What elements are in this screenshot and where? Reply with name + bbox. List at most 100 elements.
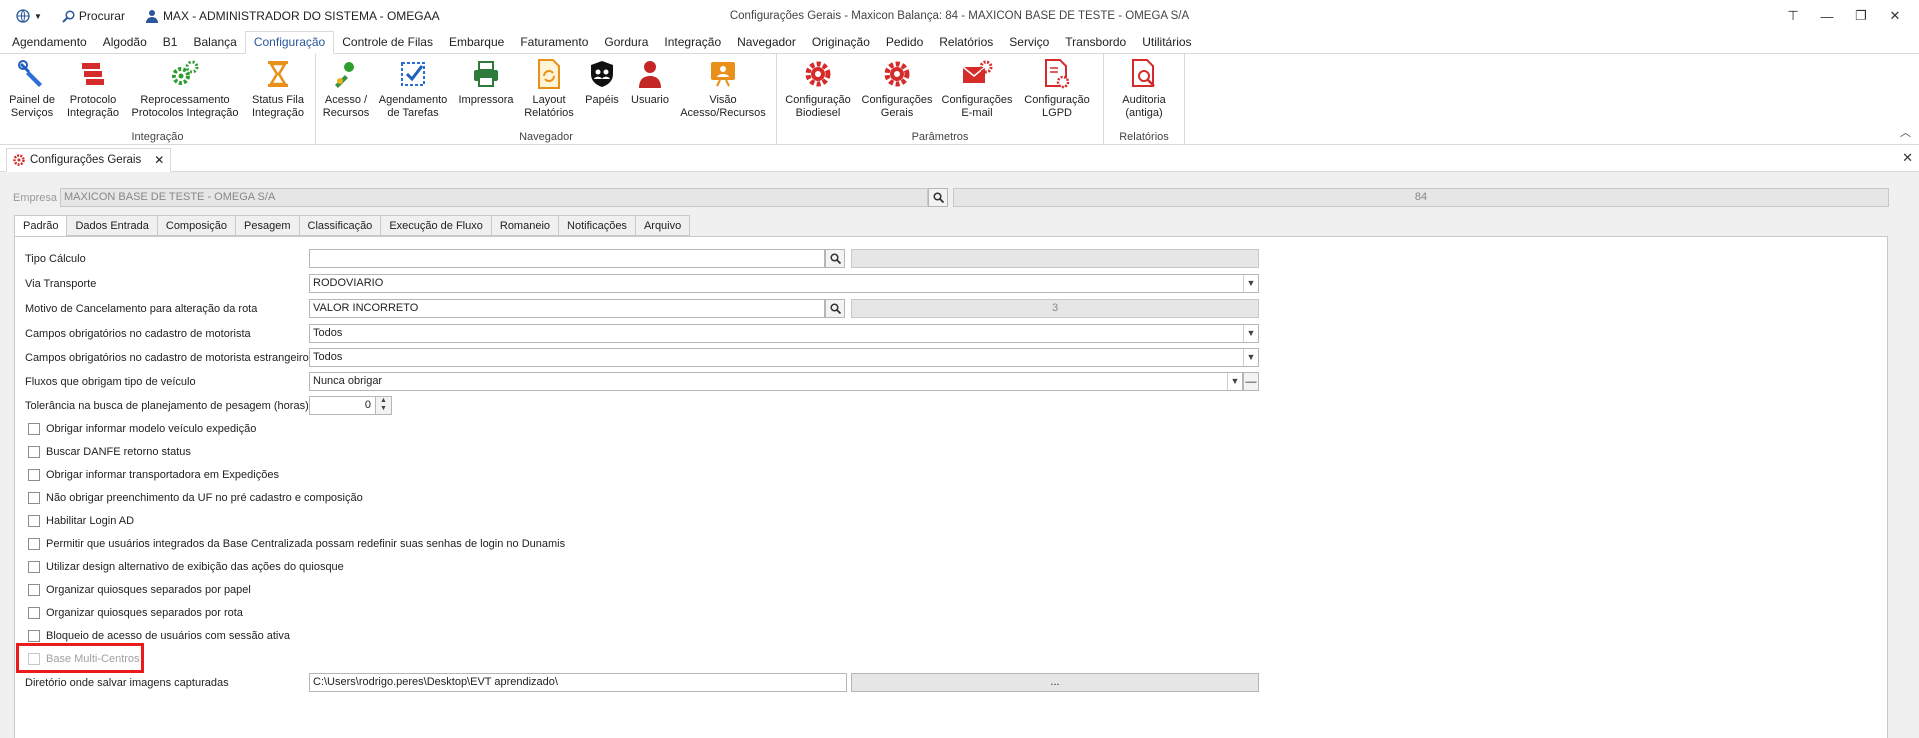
gear-icon: [805, 61, 831, 87]
checkbox-box[interactable]: [28, 630, 40, 642]
tab-pesagem[interactable]: Pesagem: [235, 215, 300, 236]
configuracoes-email-button[interactable]: Configurações E-mail: [941, 58, 1013, 119]
tab-dados-entrada[interactable]: Dados Entrada: [66, 215, 158, 236]
diretorio-input[interactable]: C:\Users\rodrigo.peres\Desktop\EVT apren…: [309, 673, 847, 692]
tab-utilitarios[interactable]: Utilitários: [1134, 32, 1199, 53]
vertical-scrollbar[interactable]: [1899, 244, 1913, 734]
chevron-down-icon[interactable]: ▼: [1243, 325, 1258, 342]
doc-tab-close-button[interactable]: ✕: [154, 153, 164, 167]
fluxos-veiculo-select[interactable]: Nunca obrigar ▼: [309, 372, 1243, 391]
visao-acesso-recursos-button[interactable]: Visão Acesso/Recursos: [678, 58, 768, 119]
usuario-button[interactable]: Usuario: [628, 58, 672, 107]
doc-tab-configuracoes-gerais[interactable]: Configurações Gerais ✕: [6, 148, 172, 172]
pin-button[interactable]: ⊤: [1779, 4, 1807, 28]
tab-composicao[interactable]: Composição: [156, 215, 237, 236]
app-menu-button[interactable]: ▼: [16, 9, 42, 23]
chevron-down-icon[interactable]: ▼: [1227, 373, 1242, 390]
close-window-button[interactable]: ✕: [1881, 4, 1909, 28]
user-button[interactable]: MAX - ADMINISTRADOR DO SISTEMA - OMEGAA: [145, 9, 440, 23]
collapse-ribbon-button[interactable]: ︿: [1900, 124, 1911, 140]
motivo-cancelamento-search-button[interactable]: [825, 299, 845, 318]
chevron-down-icon[interactable]: ▼: [1243, 275, 1258, 292]
checkbox-habilitar-login-ad[interactable]: Habilitar Login AD: [28, 515, 134, 527]
tipo-calculo-search-button[interactable]: [825, 249, 845, 268]
tab-agendamento[interactable]: Agendamento: [4, 32, 95, 53]
ribbon-group-label-navegador: Navegador: [519, 131, 573, 143]
checkbox-permitir-redefinir-senhas[interactable]: Permitir que usuários integrados da Base…: [28, 538, 565, 550]
tab-originacao[interactable]: Originação: [804, 32, 878, 53]
layout-relatorios-button[interactable]: Layout Relatórios: [522, 58, 576, 119]
tab-controle-de-filas[interactable]: Controle de Filas: [334, 32, 441, 53]
tab-b1[interactable]: B1: [155, 32, 186, 53]
tab-gordura[interactable]: Gordura: [596, 32, 656, 53]
checkbox-obrigar-modelo-veiculo[interactable]: Obrigar informar modelo veículo expediçã…: [28, 423, 256, 435]
tab-embarque[interactable]: Embarque: [441, 32, 512, 53]
fluxos-veiculo-clear-button[interactable]: —: [1243, 372, 1259, 391]
close-icon: ✕: [1902, 150, 1913, 165]
tab-algodao[interactable]: Algodão: [95, 32, 155, 53]
restore-button[interactable]: ❐: [1847, 4, 1875, 28]
tab-classificacao[interactable]: Classificação: [298, 215, 382, 236]
tab-balanca[interactable]: Balança: [185, 32, 244, 53]
configuracao-biodiesel-button[interactable]: Configuração Biodiesel: [783, 58, 853, 119]
cfgemail-label-2: E-mail: [961, 106, 993, 119]
tab-relatorios[interactable]: Relatórios: [931, 32, 1001, 53]
tab-transbordo[interactable]: Transbordo: [1057, 32, 1134, 53]
acesso-recursos-button[interactable]: Acesso / Recursos: [320, 58, 372, 119]
diretorio-browse-button[interactable]: ...: [851, 673, 1259, 692]
checkbox-box[interactable]: [28, 492, 40, 504]
checkbox-box[interactable]: [28, 469, 40, 481]
tolerancia-input[interactable]: 0: [309, 396, 376, 415]
tab-navegador[interactable]: Navegador: [729, 32, 804, 53]
checkbox-box[interactable]: [28, 423, 40, 435]
agendamento-tarefas-button[interactable]: Agendamento de Tarefas: [378, 58, 448, 119]
protocolo-integracao-button[interactable]: Protocolo Integração: [64, 58, 122, 119]
tab-execucao-de-fluxo[interactable]: Execução de Fluxo: [380, 215, 492, 236]
checkbox-box[interactable]: [28, 538, 40, 550]
checkbox-box[interactable]: [28, 584, 40, 596]
tolerancia-spinner[interactable]: ▲ ▼: [375, 396, 392, 415]
chevron-up-icon[interactable]: ▲: [376, 397, 391, 405]
checkbox-box[interactable]: [28, 607, 40, 619]
motivo-cancelamento-field[interactable]: VALOR INCORRETO: [309, 299, 825, 318]
close-all-documents-button[interactable]: ✕: [1902, 150, 1913, 166]
chevron-down-icon[interactable]: ▼: [1243, 349, 1258, 366]
motivo-cancelamento-code-field: 3: [851, 299, 1259, 318]
checkbox-design-alternativo-quiosque[interactable]: Utilizar design alternativo de exibição …: [28, 561, 344, 573]
campos-motorista-estrangeiro-select[interactable]: Todos ▼: [309, 348, 1259, 367]
configuracoes-gerais-button[interactable]: Configurações Gerais: [861, 58, 933, 119]
status-fila-button[interactable]: Status Fila Integração: [248, 58, 308, 119]
tipo-calculo-field[interactable]: [309, 249, 825, 268]
configuracao-lgpd-button[interactable]: Configuração LGPD: [1021, 58, 1093, 119]
via-transporte-select[interactable]: RODOVIARIO ▼: [309, 274, 1259, 293]
checkbox-box[interactable]: [28, 446, 40, 458]
tab-romaneio[interactable]: Romaneio: [490, 215, 560, 236]
papeis-button[interactable]: Papéis: [582, 58, 622, 107]
tab-configuracao[interactable]: Configuração: [244, 31, 335, 54]
checkbox-box[interactable]: [28, 515, 40, 527]
tab-servico[interactable]: Serviço: [1001, 32, 1057, 53]
checkbox-buscar-danfe[interactable]: Buscar DANFE retorno status: [28, 446, 191, 458]
checkbox-obrigar-transportadora[interactable]: Obrigar informar transportadora em Exped…: [28, 469, 279, 481]
campos-motorista-select[interactable]: Todos ▼: [309, 324, 1259, 343]
empresa-search-button[interactable]: [928, 188, 948, 207]
checkbox-nao-obrigar-uf[interactable]: Não obrigar preenchimento da UF no pré c…: [28, 492, 363, 504]
minimize-button[interactable]: —: [1813, 4, 1841, 28]
tab-integracao[interactable]: Integração: [656, 32, 729, 53]
tab-notificacoes[interactable]: Notificações: [558, 215, 636, 236]
reprocessamento-button[interactable]: Reprocessamento Protocolos Integração: [128, 58, 242, 119]
impressora-button[interactable]: Impressora: [456, 58, 516, 107]
checkbox-quiosques-por-papel[interactable]: Organizar quiosques separados por papel: [28, 584, 251, 596]
checkbox-bloqueio-sessao-ativa[interactable]: Bloqueio de acesso de usuários com sessã…: [28, 630, 290, 642]
painel-servicos-button[interactable]: Painel de Serviços: [6, 58, 58, 119]
checkbox-box[interactable]: [28, 561, 40, 573]
chevron-down-icon[interactable]: ▼: [376, 405, 391, 413]
auditoria-antiga-button[interactable]: Auditoria (antiga): [1110, 58, 1178, 119]
tab-pedido[interactable]: Pedido: [878, 32, 931, 53]
checkbox-quiosques-por-rota[interactable]: Organizar quiosques separados por rota: [28, 607, 243, 619]
tab-padrao[interactable]: Padrão: [14, 215, 68, 238]
search-button[interactable]: Procurar: [62, 9, 125, 23]
search-icon: [829, 253, 841, 264]
tab-faturamento[interactable]: Faturamento: [512, 32, 596, 53]
tab-arquivo[interactable]: Arquivo: [634, 215, 691, 236]
